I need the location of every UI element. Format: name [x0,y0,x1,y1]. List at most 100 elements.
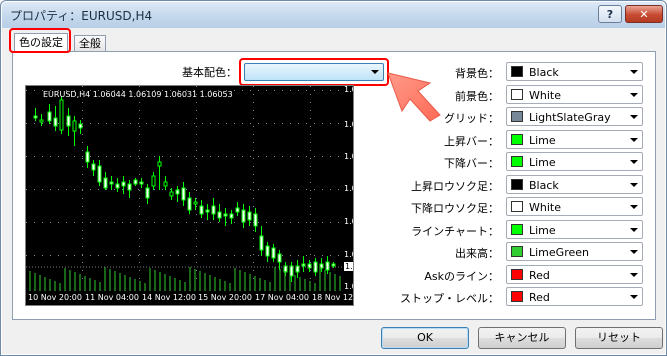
chart-symbol-label: EURUSD,H4 1.06044 1.06109 1.06031 1.0605… [43,90,233,99]
grid-dot [178,222,179,223]
candle-body [259,235,264,251]
grid-dot [106,123,107,124]
candle-body [151,175,156,187]
color-select[interactable]: Lime [506,219,643,239]
grid-dot [90,123,91,124]
grid-dot [139,102,140,103]
color-select[interactable]: White [506,84,643,104]
candle-body [39,119,44,123]
close-button[interactable]: ✕ [625,5,663,23]
grid-dot [330,222,331,223]
grid-dot [218,123,219,124]
grid-dot [186,123,187,124]
grid-dot [26,255,27,256]
color-swatch [511,156,523,167]
y-tick-label: 1.08140 [344,152,353,161]
grid-dot [314,189,315,190]
chevron-down-icon [630,250,638,254]
grid-dot [258,156,259,157]
help-button[interactable]: ? [598,5,622,23]
grid-dot [130,222,131,223]
grid-dot [139,110,140,111]
grid-dot [253,166,254,167]
grid-dot [253,230,254,231]
cancel-button[interactable]: キャンセル [478,327,566,349]
color-swatch [511,223,523,235]
grid-dot [310,246,311,247]
grid-dot [122,189,123,190]
title-bar[interactable]: プロパティ：EURUSD,H4 ? ✕ [2,2,665,28]
tab-general[interactable]: 全般 [74,35,106,52]
grid-dot [314,255,315,256]
grid-dot [196,166,197,167]
grid-dot [210,123,211,124]
chevron-down-icon [630,92,638,97]
y-tick-label: 1.08770 [344,120,353,129]
grid-dot [154,222,155,223]
color-select[interactable]: White [506,197,643,216]
grid-dot [242,156,243,157]
candle-body [72,120,77,132]
candle-body [169,191,174,197]
chevron-down-icon [630,205,638,209]
grid-dot [310,270,311,271]
grid-dot [82,246,83,247]
grid-dot [42,156,43,157]
grid-dot [139,190,140,191]
candle-body [47,111,52,122]
color-select[interactable]: Lime [506,129,643,149]
grid-dot [122,156,123,157]
color-select[interactable]: Black [506,62,643,81]
grid-dot [66,255,67,256]
grid-dot [298,189,299,190]
grid-dot [338,222,339,223]
color-swatch [511,66,523,77]
color-setting-label: 上昇バー： [444,134,499,148]
grid-dot [330,90,331,91]
color-select[interactable]: Lime [506,152,643,171]
grid-dot [310,126,311,127]
grid-dot [196,182,197,183]
reset-button[interactable]: リセット [575,327,663,349]
grid-dot [274,123,275,124]
grid-dot [298,90,299,91]
grid-dot [122,123,123,124]
grid-dot [138,123,139,124]
color-select-value: White [529,201,561,214]
grid-dot [306,189,307,190]
grid-dot [310,110,311,111]
select-highlight-annotation [239,58,389,86]
basic-color-label: 基本配色： [182,66,237,79]
grid-dot [90,189,91,190]
color-setting-row: 上昇ロウソク足： Black [393,174,643,195]
grid-dot [138,156,139,157]
color-select[interactable]: LimeGreen [506,242,643,261]
color-swatch [511,201,523,212]
grid-dot [298,255,299,256]
grid-dot [253,94,254,95]
candle-body [139,181,144,185]
color-setting-row: グリッド： LightSlateGray [393,107,643,127]
x-tick-label: 10 Nov 20:00 [28,293,82,302]
grid-dot [114,222,115,223]
grid-dot [290,255,291,256]
color-select[interactable]: Black [506,174,643,194]
grid-dot [196,150,197,151]
grid-dot [42,123,43,124]
color-swatch [511,88,523,100]
grid-dot [322,189,323,190]
candle-body [217,211,222,219]
chevron-down-icon [630,115,638,119]
grid-dot [253,206,254,207]
ok-button[interactable]: OK [381,327,469,349]
grid-dot [50,123,51,124]
grid-dot [310,262,311,263]
color-select[interactable]: LightSlateGray [506,107,643,126]
color-select-value: Lime [529,223,556,237]
grid-dot [74,156,75,157]
grid-dot [210,255,211,256]
grid-dot [253,158,254,159]
candle-body [301,263,306,267]
color-select[interactable]: Red [506,287,643,306]
color-select[interactable]: Red [506,264,643,284]
